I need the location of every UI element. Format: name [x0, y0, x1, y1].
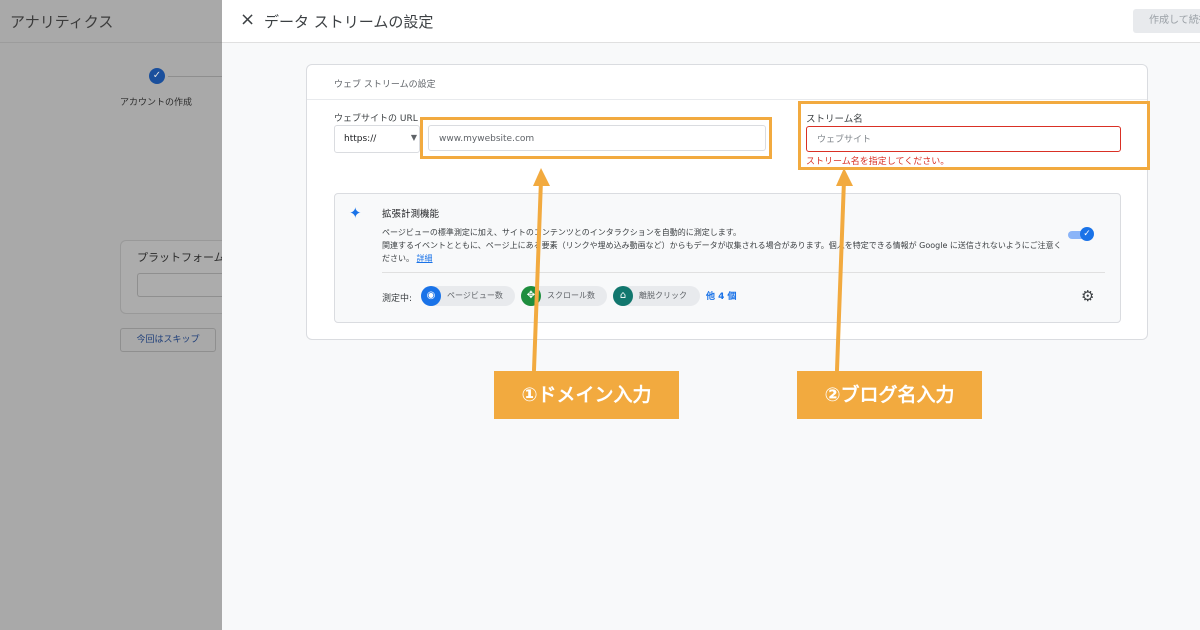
website-url-label: ウェブサイトの URL	[334, 114, 418, 124]
chip-label: スクロール数	[547, 291, 595, 300]
panel-title: ウェブ ストリームの設定	[334, 80, 436, 90]
more-events-link[interactable]: 他 4 個	[706, 289, 737, 302]
chip-outbound-clicks: ⌂ 離脱クリック	[613, 286, 700, 306]
description-line: ださい。 詳細	[382, 252, 1072, 265]
dialog-title: データ ストリームの設定	[264, 13, 434, 31]
stream-highlight-box	[798, 101, 1150, 170]
enhanced-measurement-section: ✦ 拡張計測機能 ページビューの標準測定に加え、サイトのコンテンツとのインタラク…	[334, 193, 1121, 323]
create-continue-button[interactable]: 作成して続行	[1133, 9, 1200, 33]
divider	[382, 272, 1105, 273]
step-complete-icon: ✓	[149, 68, 165, 84]
enhanced-measurement-toggle[interactable]: ✓	[1068, 227, 1094, 241]
step-label: アカウントの作成	[120, 98, 193, 108]
description-line: 関連するイベントとともに、ページ上にある要素（リンクや埋め込み動画など）からもデ…	[382, 241, 1062, 250]
background-header: アナリティクス	[0, 0, 222, 43]
enhanced-measurement-description: ページビューの標準測定に加え、サイトのコンテンツとのインタラクションを自動的に測…	[382, 226, 1072, 265]
sparkle-icon: ✦	[349, 204, 362, 222]
dialog-header: × データ ストリームの設定 作成して続行	[222, 0, 1200, 43]
gear-icon[interactable]: ⚙	[1081, 287, 1094, 305]
url-highlight-box	[420, 117, 772, 159]
eye-icon: ◉	[421, 286, 441, 306]
chip-label: 離脱クリック	[639, 291, 687, 300]
details-link[interactable]: 詳細	[417, 254, 433, 263]
step-connector	[168, 76, 222, 77]
close-icon[interactable]: ×	[240, 9, 255, 30]
platform-title: プラットフォーム	[137, 251, 225, 264]
description-text: ださい。	[382, 254, 414, 263]
protocol-select[interactable]: https:// ▼	[334, 125, 420, 153]
enhanced-measurement-title: 拡張計測機能	[382, 209, 440, 220]
chip-page-views: ◉ ページビュー数	[421, 286, 515, 306]
check-icon: ✓	[1080, 227, 1094, 241]
description-line: ページビューの標準測定に加え、サイトのコンテンツとのインタラクションを自動的に測…	[382, 228, 741, 237]
chevron-down-icon: ▼	[410, 133, 417, 142]
chip-scrolls: ✥ スクロール数	[521, 286, 607, 306]
scroll-icon: ✥	[521, 286, 541, 306]
panel-title-bar: ウェブ ストリームの設定	[307, 65, 1147, 100]
platform-card: プラットフォーム	[120, 240, 228, 314]
annotation-domain-input: ①ドメイン入力	[494, 371, 679, 419]
app-title: アナリティクス	[10, 13, 114, 31]
data-stream-dialog: × データ ストリームの設定 作成して続行 ウェブ ストリームの設定 ウェブサイ…	[222, 0, 1200, 630]
skip-button: 今回はスキップ	[120, 328, 216, 352]
annotation-blog-name-input: ②ブログ名入力	[797, 371, 982, 419]
protocol-value: https://	[344, 134, 377, 144]
platform-input	[137, 273, 228, 297]
measuring-label: 測定中:	[382, 294, 413, 304]
chip-label: ページビュー数	[447, 291, 503, 300]
mouse-icon: ⌂	[613, 286, 633, 306]
